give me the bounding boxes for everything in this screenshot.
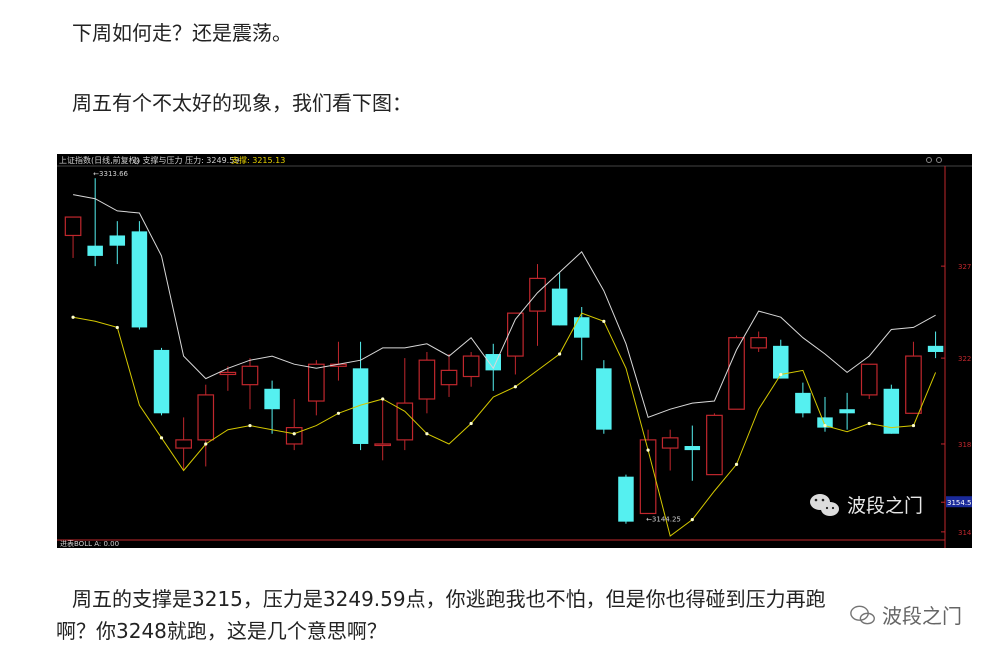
candle-body-down (153, 349, 170, 414)
candle-body-down (839, 409, 855, 414)
candle-body-down (684, 446, 701, 451)
support-point (469, 421, 473, 426)
candle-body-down (264, 388, 280, 410)
candle-body-up (860, 363, 878, 396)
candle-body-down (87, 245, 103, 256)
support-point (336, 411, 341, 415)
support-point (71, 315, 75, 319)
candle-body-up (219, 371, 237, 376)
y-tick-label: 314 (958, 529, 972, 537)
y-tick-label: 322 (958, 355, 971, 363)
index-label: 上证指数(日线,前复权) (59, 155, 140, 165)
y-tick-label: 327 (958, 263, 971, 271)
support-point (646, 448, 650, 452)
y-tick-label: 3154.5 (947, 499, 972, 507)
candlestick-chart: 上证指数(日线,前复权) ◎ 支撑与压力 压力: 3249.59 支撑: 321… (57, 154, 972, 548)
footer-label: 进表BOLL A: 0.00 (60, 539, 119, 548)
support-point (558, 352, 562, 356)
candle-body-up (197, 394, 215, 441)
wechat-icon (850, 605, 875, 624)
y-tick-label: 318 (958, 441, 971, 449)
candle-body-down (573, 317, 590, 338)
candle-body-up (64, 216, 82, 237)
candle-body-up (661, 437, 679, 449)
candle-body-down (927, 345, 944, 352)
support-point (381, 397, 385, 401)
candle-body-up (728, 337, 745, 410)
candle-body-up (462, 355, 480, 378)
chart-watermark-text: 波段之门 (847, 495, 923, 517)
support-point (115, 325, 119, 330)
paragraph-3-cont: 啊？你3248就跑，这是几个意思啊？ (56, 619, 387, 643)
support-point (248, 423, 252, 428)
support-point (292, 432, 296, 436)
candle-body-up (905, 355, 922, 414)
support-point (734, 462, 739, 467)
candle-body-up (440, 369, 458, 386)
support-point (425, 432, 429, 436)
indicator-label: ◎ 支撑与压力 压力: 3249.59 (133, 155, 239, 165)
corner-watermark: 波段之门 (850, 600, 962, 629)
corner-watermark-text: 波段之门 (882, 604, 962, 628)
candle-body-up (307, 363, 325, 402)
candle-body-up (175, 439, 192, 449)
candle-body-down (551, 288, 568, 326)
support-point (911, 423, 916, 428)
support-point (823, 423, 827, 428)
chart-watermark: 波段之门 (810, 494, 923, 517)
candle-body-down (795, 392, 811, 414)
support-point (602, 319, 606, 323)
candle-body-up (374, 443, 392, 447)
candle-body-down (109, 235, 126, 246)
price-annotation: ←3144.25 (646, 515, 681, 523)
candle-body-down (131, 231, 148, 328)
support-point (159, 436, 164, 440)
candle-body-down (618, 476, 634, 522)
candle-body-up (418, 359, 436, 400)
candle-body-up (706, 414, 723, 476)
candle-body-down (596, 368, 612, 430)
support-point (513, 385, 517, 389)
paragraph-1: 下周如何走？还是震荡。 (72, 21, 292, 45)
support-point (867, 421, 871, 426)
support-point (204, 442, 208, 446)
candle-body-up (529, 277, 546, 312)
support-point (779, 372, 783, 377)
chart-svg: 上证指数(日线,前复权) ◎ 支撑与压力 压力: 3249.59 支撑: 321… (57, 154, 972, 548)
support-point (690, 518, 694, 522)
candle-body-up (241, 365, 259, 386)
paragraph-3: 周五的支撑是3215，压力是3249.59点，你逃跑我也不怕，但是你也得碰到压力… (72, 587, 826, 611)
candle-body-up (285, 427, 303, 445)
price-annotation: ←3313.66 (93, 170, 128, 178)
support-label: 支撑: 3215.13 (231, 155, 285, 165)
candle-body-down (352, 368, 369, 444)
paragraph-2: 周五有个不太好的现象，我们看下图： (72, 91, 412, 115)
candle-body-up (750, 337, 767, 349)
